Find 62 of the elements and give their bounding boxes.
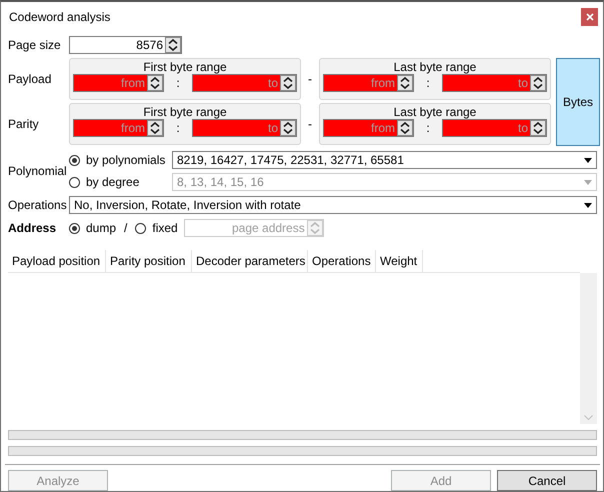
range-input[interactable]: to [193, 120, 280, 136]
dropdown-caret-icon [584, 180, 592, 184]
vertical-scrollbar[interactable] [580, 273, 597, 424]
radio-option[interactable]: fixed [135, 221, 178, 235]
page-size-field[interactable]: 8576 [70, 37, 165, 53]
polynomial-dropdown[interactable]: 8219, 16427, 17475, 22531, 32771, 65581 [172, 151, 597, 169]
column-header[interactable]: Weight [376, 250, 423, 272]
group-title: Last byte range [394, 60, 476, 74]
range-input[interactable]: from [74, 120, 147, 136]
group-title: First byte range [143, 105, 227, 119]
colon-separator: : [175, 76, 181, 90]
range-spinbox[interactable]: from [323, 74, 414, 92]
range-label: Parity [8, 117, 40, 131]
range-spinbox[interactable]: from [323, 119, 414, 137]
range-input[interactable]: from [324, 75, 397, 91]
column-header[interactable]: Parity position [106, 250, 192, 272]
slash-separator: / [124, 221, 128, 235]
range-spinbox[interactable]: to [192, 119, 297, 137]
range-input[interactable]: to [443, 75, 530, 91]
radio-option[interactable]: dump [69, 221, 116, 235]
range-input[interactable]: to [443, 120, 530, 136]
close-icon[interactable] [581, 8, 598, 26]
range-spinbox[interactable]: from [73, 74, 164, 92]
group-title: Last byte range [394, 105, 476, 119]
column-header[interactable]: Payload position [8, 250, 106, 272]
spin-arrows-icon[interactable] [147, 120, 163, 136]
range-input[interactable]: to [193, 75, 280, 91]
spin-arrows-icon[interactable] [397, 120, 413, 136]
dash-separator: - [307, 117, 313, 131]
address-label: Address [8, 221, 58, 235]
spin-arrows-icon[interactable] [147, 75, 163, 91]
group-title: First byte range [143, 60, 227, 74]
cancel-button[interactable]: Cancel [497, 470, 597, 491]
range-input[interactable]: from [324, 120, 397, 136]
page-size-label: Page size [8, 38, 62, 52]
spin-arrows-icon[interactable] [530, 75, 546, 91]
polynomial-label: Polynomial [8, 164, 68, 178]
spin-arrows-icon[interactable] [530, 120, 546, 136]
bytes-button[interactable]: Bytes [556, 58, 600, 146]
column-header[interactable]: Decoder parameters [192, 250, 308, 272]
operations-dropdown[interactable]: No, Inversion, Rotate, Inversion with rotate [69, 196, 597, 214]
dropdown-caret-icon [584, 158, 592, 162]
range-spinbox[interactable]: to [442, 119, 547, 137]
range-input[interactable]: from [74, 75, 147, 91]
radio-option[interactable]: by polynomials [69, 153, 172, 167]
spin-arrows-icon[interactable] [280, 120, 296, 136]
page-size-spinbox[interactable]: 8576 [69, 36, 182, 54]
operations-label: Operations [8, 198, 68, 212]
range-spinbox[interactable]: to [192, 74, 297, 92]
colon-separator: : [425, 121, 431, 135]
colon-separator: : [175, 121, 181, 135]
column-header[interactable]: Operations [308, 250, 376, 272]
dropdown-caret-icon [584, 202, 592, 208]
range-spinbox[interactable]: to [442, 74, 547, 92]
colon-separator: : [425, 76, 431, 90]
dash-separator: - [307, 72, 313, 86]
spin-arrows-icon[interactable] [280, 75, 296, 91]
spin-arrows-icon[interactable] [397, 75, 413, 91]
spin-arrows-icon[interactable] [165, 37, 181, 53]
range-spinbox[interactable]: from [73, 119, 164, 137]
range-label: Payload [8, 72, 52, 86]
window-title: Codeword analysis [9, 10, 110, 24]
